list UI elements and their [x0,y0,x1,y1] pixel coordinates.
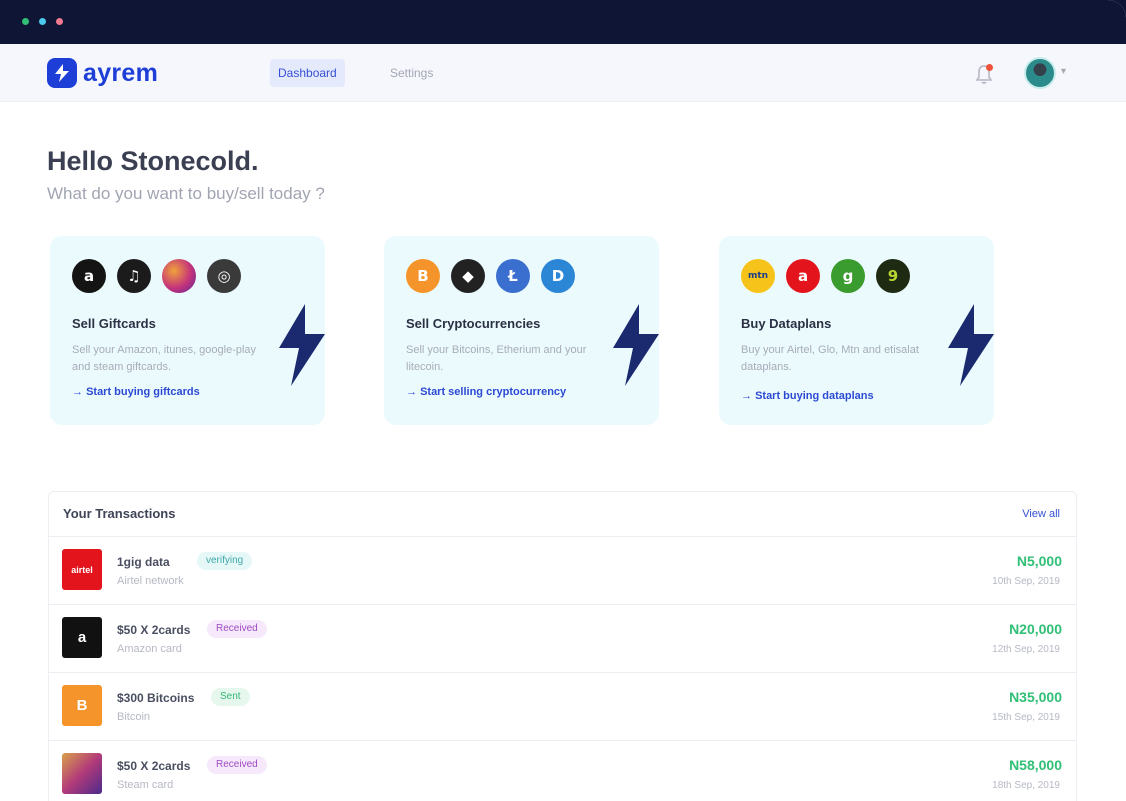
tx-amount: N58,000 [1009,757,1062,773]
card-link[interactable]: → Start buying giftcards [72,386,200,398]
steam-icon: ◎ [207,259,241,293]
glo-icon: g [831,259,865,293]
tx-date: 15th Sep, 2019 [992,712,1060,723]
tx-name: $50 X 2cards [117,759,191,773]
table-row[interactable]: a $50 X 2cards Received Amazon card N20,… [49,605,1076,673]
arrow-right-icon: → [406,386,421,398]
tx-amount: N5,000 [1016,553,1062,569]
window-dot-green[interactable] [22,18,29,25]
window-dot-pink[interactable] [56,18,63,25]
brand-logo[interactable]: ayrem [47,58,158,88]
tx-name: 1gig data [117,555,170,569]
card-title: Sell Cryptocurrencies [406,316,541,331]
top-navbar: ayrem Dashboard Settings ▾ [0,44,1126,102]
card-link-label: Start buying dataplans [755,390,874,402]
transactions-header: Your Transactions View all [49,492,1076,537]
window-titlebar [0,0,1126,44]
brand-name: ayrem [83,58,159,87]
bitcoin-thumb: B [62,685,102,726]
app-window: ayrem Dashboard Settings ▾ Hello Stoneco… [0,0,1126,801]
transactions-title: Your Transactions [63,506,176,521]
window-dot-blue[interactable] [39,18,46,25]
tab-settings[interactable]: Settings [382,59,441,87]
lightning-bolt-icon [613,304,659,386]
lightning-bolt-icon [948,304,994,386]
card-icons: mtn a g 9 [741,259,910,293]
card-description: Buy your Airtel, Glo, Mtn and etisalat d… [741,344,919,373]
user-avatar[interactable] [1024,57,1056,89]
lightning-bolt-icon [279,304,325,386]
tx-sub: Amazon card [117,643,182,655]
card-title: Buy Dataplans [741,316,832,331]
card-buy-dataplans[interactable]: mtn a g 9 Buy Dataplans Buy your Airtel,… [719,236,994,425]
amazon-thumb: a [62,617,102,658]
airtel-icon: a [786,259,820,293]
lightning-logo-icon [47,58,77,88]
view-all-link[interactable]: View all [1022,508,1060,520]
card-link[interactable]: → Start selling cryptocurrency [406,386,566,398]
steam-card-thumb [62,753,102,794]
tx-sub: Bitcoin [117,711,151,723]
transactions-panel: Your Transactions View all airtel 1gig d… [48,491,1077,801]
status-badge: verifying [197,552,253,570]
mtn-icon: mtn [741,259,775,293]
arrow-right-icon: → [741,390,756,402]
status-badge: Received [207,620,267,638]
chevron-down-icon[interactable]: ▾ [1061,66,1066,77]
card-sell-giftcards[interactable]: a ♫ ◎ Sell Giftcards Sell your Amazon, i… [50,236,325,425]
arrow-right-icon: → [72,386,87,398]
ethereum-icon: ◆ [451,259,485,293]
litecoin-icon: Ł [496,259,530,293]
card-description: Sell your Amazon, itunes, google-play an… [72,344,257,373]
notifications-button[interactable] [975,63,995,85]
greeting-subtitle: What do you want to buy/sell today ? [47,184,325,203]
card-link[interactable]: → Start buying dataplans [741,390,874,402]
card-title: Sell Giftcards [72,316,156,331]
status-badge: Received [207,756,267,774]
amazon-icon: a [72,259,106,293]
bitcoin-icon: B [406,259,440,293]
card-link-label: Start selling cryptocurrency [420,386,567,398]
table-row[interactable]: B $300 Bitcoins Sent Bitcoin N35,000 15t… [49,673,1076,741]
etisalat-icon: 9 [876,259,910,293]
tx-name: $50 X 2cards [117,623,191,637]
card-link-label: Start buying giftcards [86,386,200,398]
card-description: Sell your Bitcoins, Etherium and your li… [406,344,587,373]
tx-sub: Airtel network [117,575,184,587]
tx-date: 12th Sep, 2019 [992,644,1060,655]
tx-sub: Steam card [117,779,174,791]
table-row[interactable]: $50 X 2cards Received Steam card N58,000… [49,741,1076,801]
airtel-thumb: airtel [62,549,102,590]
tx-amount: N20,000 [1009,621,1062,637]
itunes-icon: ♫ [117,259,151,293]
tab-dashboard[interactable]: Dashboard [270,59,345,87]
notification-dot [986,64,993,71]
tx-name: $300 Bitcoins [117,691,195,705]
google-play-icon [162,259,196,293]
card-icons: B ◆ Ł D [406,259,575,293]
tx-date: 10th Sep, 2019 [992,576,1060,587]
greeting-title: Hello Stonecold. [47,146,259,176]
tx-amount: N35,000 [1009,689,1062,705]
tx-date: 18th Sep, 2019 [992,780,1060,791]
card-icons: a ♫ ◎ [72,259,241,293]
table-row[interactable]: airtel 1gig data verifying Airtel networ… [49,537,1076,605]
status-badge: Sent [211,688,250,706]
dash-icon: D [541,259,575,293]
card-sell-cryptocurrencies[interactable]: B ◆ Ł D Sell Cryptocurrencies Sell your … [384,236,659,425]
